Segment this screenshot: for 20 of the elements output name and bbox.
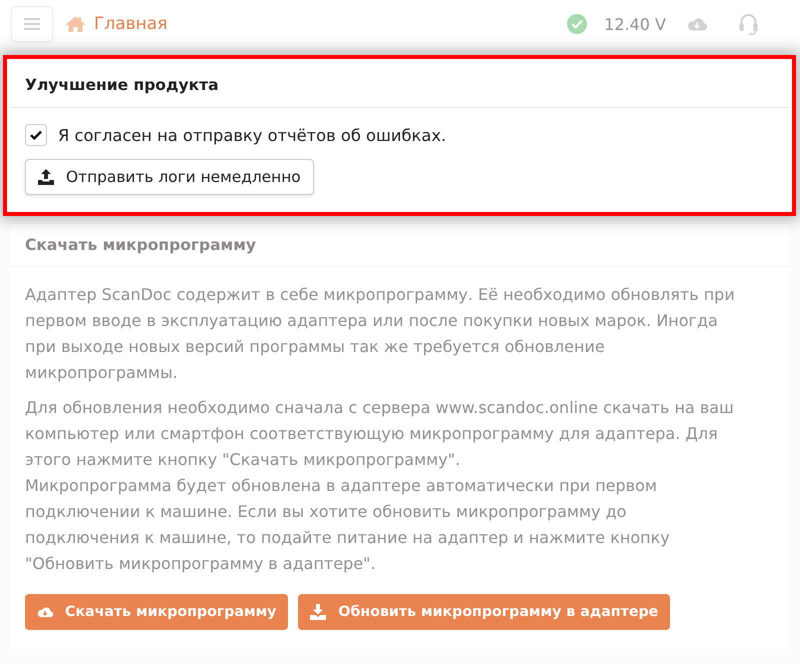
check-circle-icon bbox=[567, 14, 588, 34]
send-logs-button[interactable]: Отправить логи немедленно bbox=[25, 159, 314, 195]
menu-icon bbox=[24, 18, 40, 30]
description-paragraph: Адаптер ScanDoc содержит в себе микропрограмму. Её необходимо обновлять при первом вводе в эксплуатацию адаптера или после покупки новых марок. Иногда при выходе новых версий программы так же требуется обновление микропрограммы. bbox=[25, 284, 736, 384]
upload-icon bbox=[38, 169, 54, 185]
card-title: Скачать микропрограмму bbox=[25, 236, 256, 254]
firmware-button[interactable]: Скачать микропрограмму bbox=[25, 594, 288, 630]
checkbox-label: Я согласен на отправку отчётов об ошибках. bbox=[58, 126, 446, 144]
firmware-button[interactable]: Обновить микропрограмму в адаптере bbox=[298, 594, 670, 630]
cloud-download-icon[interactable] bbox=[687, 17, 707, 31]
download-icon bbox=[310, 604, 326, 620]
check-icon bbox=[30, 130, 42, 140]
voltage-reading: 12.40 V bbox=[604, 14, 666, 34]
description-paragraph: Для обновления необходимо сначала с сервера www.scandoc.online скачать на ваш компьютер или смартфон соответствующую микропрограмму для адаптера. Для этого нажмите кнопку "Скачать микропрограмму". Микропрограмма будет обновлена в адаптере автоматически при первом подключении к машине. Если вы хотите обновить микропрограмму до подключения к машине, то подайте питание на адаптер и нажмите кнопку "Обновить микропрограмму в адаптере". bbox=[25, 397, 735, 575]
home-icon bbox=[66, 16, 85, 32]
menu-button[interactable] bbox=[11, 6, 53, 42]
card-title: Улучшение продукта bbox=[25, 76, 219, 94]
headset-icon[interactable] bbox=[739, 13, 758, 35]
page-title: Главная bbox=[94, 14, 168, 34]
consent-checkbox[interactable] bbox=[25, 124, 47, 146]
